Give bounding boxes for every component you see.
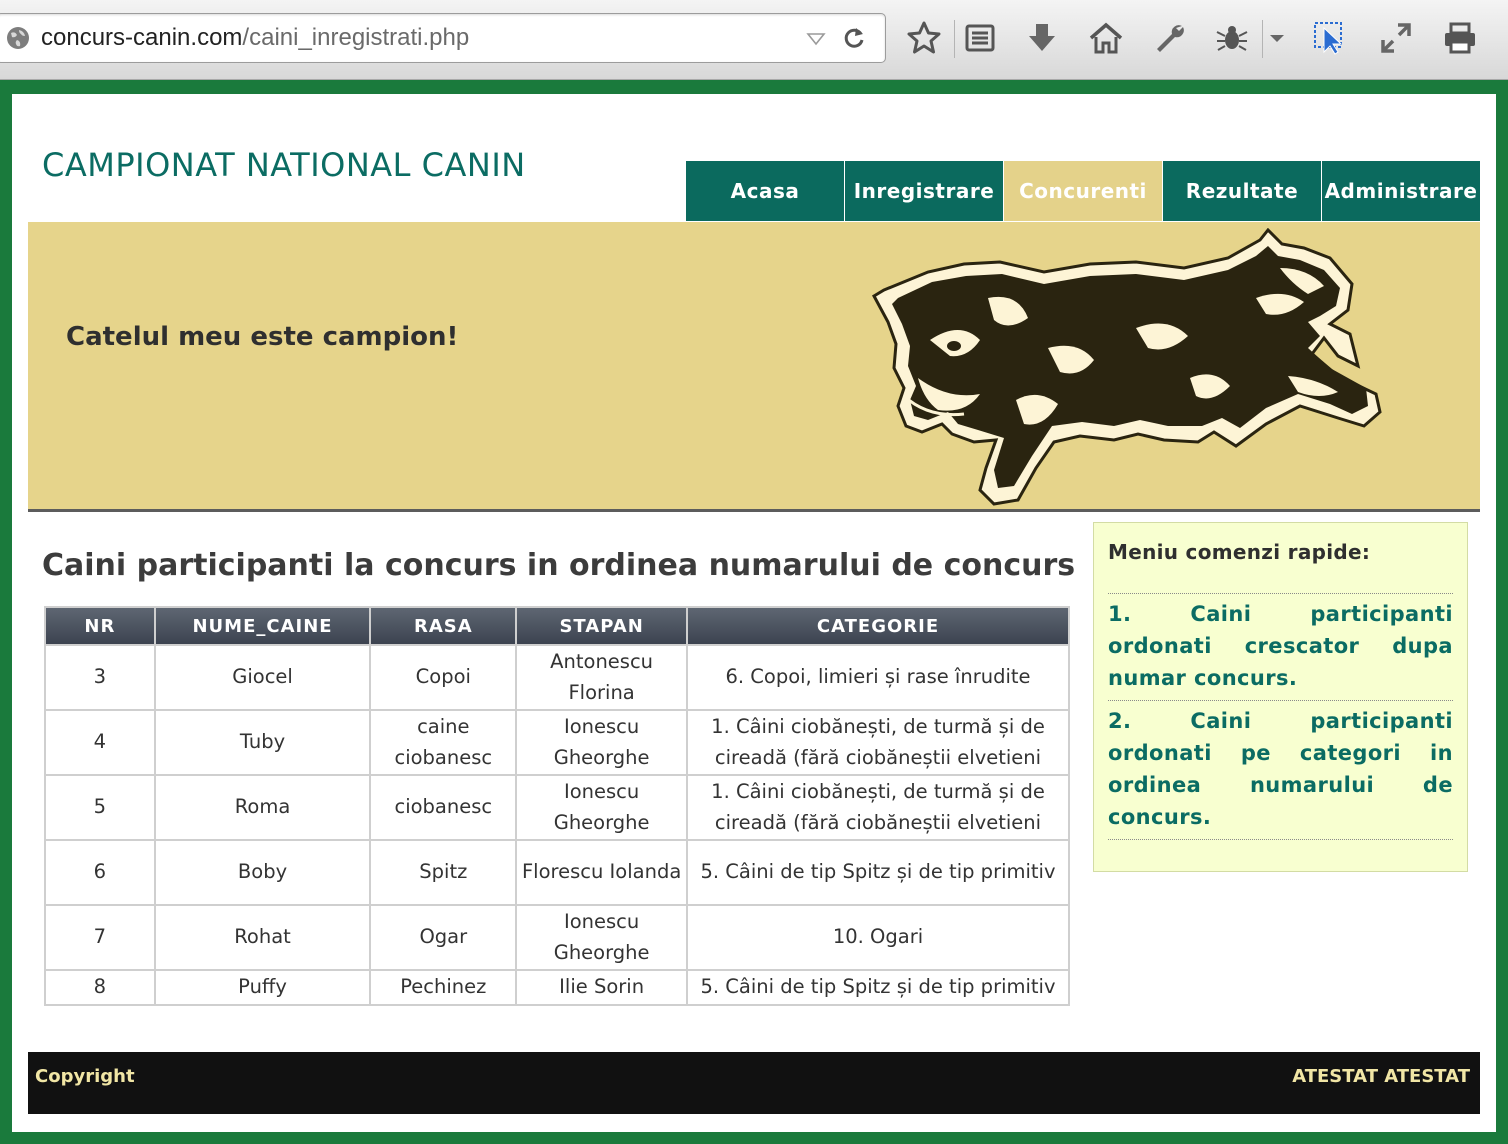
cell-nr: 7 [44, 904, 156, 971]
reload-icon[interactable] [841, 25, 867, 51]
cell-stapan: Ionescu Gheorghe [515, 904, 688, 971]
cell-categorie: 1. Câini ciobănești, de turmă și de cire… [686, 774, 1070, 841]
quick-menu-title: Meniu comenzi rapide: [1108, 540, 1453, 594]
dropdown-arrow-icon[interactable] [805, 28, 827, 50]
menu-dropdown-icon[interactable] [1266, 20, 1288, 56]
fullscreen-icon[interactable] [1378, 20, 1414, 56]
cell-nr: 5 [44, 774, 156, 841]
cell-rasa: Copoi [369, 644, 518, 711]
nav-rezultate[interactable]: Rezultate [1163, 161, 1322, 221]
link-sorted-by-number[interactable]: 1. Caini participanti ordonati crescator… [1108, 594, 1453, 701]
url-text[interactable]: concurs-canin.com/caini_inregistrati.php [41, 24, 469, 52]
cell-nume: Boby [153, 839, 372, 906]
cell-nume: Giocel [153, 644, 372, 711]
nav-inregistrare[interactable]: Inregistrare [845, 161, 1004, 221]
table-row: 7 Rohat Ogar Ionescu Gheorghe 10. Ogari [44, 904, 1070, 971]
cell-nume: Roma [153, 774, 372, 841]
table-row: 5 Roma ciobanesc Ionescu Gheorghe 1. Câi… [44, 774, 1070, 841]
main-heading: Caini participanti la concurs in ordinea… [42, 548, 1076, 583]
site-title: CAMPIONAT NATIONAL CANIN [42, 146, 526, 184]
table-row: 8 Puffy Pechinez Ilie Sorin 5. Câini de … [44, 969, 1070, 1006]
dogs-table: NR NUME_CAINE RASA STAPAN CATEGORIE 3 Gi… [44, 606, 1070, 1006]
cell-categorie: 5. Câini de tip Spitz și de tip primitiv [686, 839, 1070, 906]
download-icon[interactable] [1024, 20, 1060, 56]
cell-categorie: 5. Câini de tip Spitz și de tip primitiv [686, 969, 1070, 1006]
nav-concurenti[interactable]: Concurenti [1004, 161, 1163, 221]
main-nav: Acasa Inregistrare Concurenti Rezultate … [686, 161, 1480, 221]
col-header-nume-caine: NUME_CAINE [153, 606, 372, 646]
globe-icon [7, 27, 29, 49]
footer: Copyright ATESTAT ATESTAT [28, 1052, 1480, 1114]
cell-nr: 4 [44, 709, 156, 776]
table-row: 3 Giocel Copoi Antonescu Florina 6. Copo… [44, 644, 1070, 711]
cell-stapan: Antonescu Florina [515, 644, 688, 711]
bookmark-star-icon[interactable] [906, 20, 942, 56]
cell-rasa: Spitz [369, 839, 518, 906]
table-row: 4 Tuby caine ciobanesc Ionescu Gheorghe … [44, 709, 1070, 776]
cell-rasa: caine ciobanesc [369, 709, 518, 776]
nav-administrare[interactable]: Administrare [1322, 161, 1480, 221]
col-header-rasa: RASA [369, 606, 518, 646]
wrench-icon[interactable] [1152, 20, 1188, 56]
cell-nr: 6 [44, 839, 156, 906]
col-header-nr: NR [44, 606, 156, 646]
url-domain: concurs-canin.com [41, 24, 243, 51]
cell-nume: Tuby [153, 709, 372, 776]
inspect-cursor-icon[interactable] [1312, 20, 1348, 56]
cell-rasa: ciobanesc [369, 774, 518, 841]
browser-toolbar: concurs-canin.com/caini_inregistrati.php [0, 0, 1508, 80]
cell-rasa: Pechinez [369, 969, 518, 1006]
print-icon[interactable] [1442, 20, 1478, 56]
cell-stapan: Florescu Iolanda [515, 839, 688, 906]
toolbar-separator [1262, 20, 1263, 58]
cell-stapan: Ionescu Gheorghe [515, 709, 688, 776]
col-header-categorie: CATEGORIE [686, 606, 1070, 646]
cell-stapan: Ionescu Gheorghe [515, 774, 688, 841]
table-row: 6 Boby Spitz Florescu Iolanda 5. Câini d… [44, 839, 1070, 906]
address-bar[interactable]: concurs-canin.com/caini_inregistrati.php [0, 13, 886, 63]
cell-categorie: 6. Copoi, limieri și rase înrudite [686, 644, 1070, 711]
reading-list-icon[interactable] [962, 20, 998, 56]
cell-categorie: 10. Ogari [686, 904, 1070, 971]
cell-nr: 3 [44, 644, 156, 711]
table-header-row: NR NUME_CAINE RASA STAPAN CATEGORIE [44, 606, 1070, 646]
toolbar-separator [954, 20, 955, 58]
home-icon[interactable] [1088, 20, 1124, 56]
page-content: CAMPIONAT NATIONAL CANIN Acasa Inregistr… [12, 94, 1496, 1132]
slogan: Catelul meu este campion! [66, 322, 459, 352]
link-sorted-by-category[interactable]: 2. Caini participanti ordonati pe catego… [1108, 701, 1453, 840]
nav-acasa[interactable]: Acasa [686, 161, 845, 221]
header-banner: Catelul meu este campion! [28, 222, 1480, 512]
url-path: /caini_inregistrati.php [242, 24, 470, 51]
cell-rasa: Ogar [369, 904, 518, 971]
firebug-icon[interactable] [1214, 20, 1250, 56]
page-frame: CAMPIONAT NATIONAL CANIN Acasa Inregistr… [0, 80, 1508, 1144]
col-header-stapan: STAPAN [515, 606, 688, 646]
cell-nume: Puffy [153, 969, 372, 1006]
cell-stapan: Ilie Sorin [515, 969, 688, 1006]
cell-nr: 8 [44, 969, 156, 1006]
footer-credit: ATESTAT ATESTAT [1292, 1066, 1470, 1087]
quick-menu: Meniu comenzi rapide: 1. Caini participa… [1093, 522, 1468, 872]
dog-illustration [872, 228, 1382, 506]
footer-copyright: Copyright [35, 1066, 135, 1087]
cell-categorie: 1. Câini ciobănești, de turmă și de cire… [686, 709, 1070, 776]
cell-nume: Rohat [153, 904, 372, 971]
